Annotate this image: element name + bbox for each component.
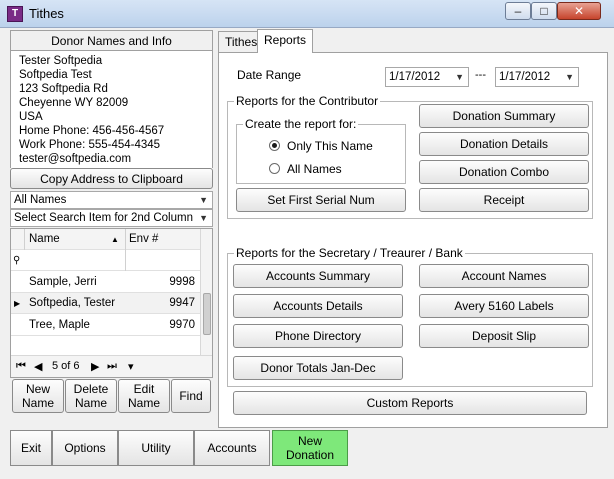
donor-totals-button[interactable]: Donor Totals Jan-Dec [233, 356, 403, 380]
filter-icon: ⚲ [13, 255, 21, 266]
date-from-value: 1/17/2012 [389, 71, 441, 83]
receipt-button[interactable]: Receipt [419, 188, 589, 212]
date-from-picker[interactable]: 1/17/2012 ▼ [385, 67, 469, 87]
filter-combo-value: All Names [14, 194, 67, 206]
reports-panel: Date Range 1/17/2012 ▼ --- 1/17/2012 ▼ R… [218, 52, 608, 428]
secretary-reports-group: Reports for the Secretary / Treaurer / B… [227, 246, 593, 387]
secretary-group-title: Reports for the Secretary / Treaurer / B… [234, 246, 465, 260]
accounts-button[interactable]: Accounts [194, 430, 270, 466]
set-first-serial-button[interactable]: Set First Serial Num [236, 188, 406, 212]
grid-pager: ⏮ ◀ 5 of 6 ▶ ⏭ ▾ [11, 355, 212, 377]
chevron-down-icon: ▼ [565, 72, 574, 82]
next-page-icon[interactable]: ▶ [91, 360, 99, 373]
info-line: Work Phone: 555-454-4345 [19, 139, 161, 151]
cell-name: Sample, Jerri [29, 276, 97, 288]
donation-details-button[interactable]: Donation Details [419, 132, 589, 156]
search-item-combo[interactable]: Select Search Item for 2nd Column ▼ [10, 209, 213, 227]
column-header-env[interactable]: Env # [125, 229, 201, 250]
last-page-icon[interactable]: ⏭ [107, 360, 117, 373]
prev-page-icon[interactable]: ◀ [34, 360, 42, 373]
utility-button[interactable]: Utility [118, 430, 194, 466]
info-line: Tester Softpedia [19, 55, 103, 67]
date-separator: --- [475, 69, 486, 81]
exit-button[interactable]: Exit [10, 430, 52, 466]
cell-name: Softpedia, Tester [29, 297, 116, 309]
cell-env: 9998 [169, 276, 195, 288]
info-line: USA [19, 111, 43, 123]
donation-combo-button[interactable]: Donation Combo [419, 160, 589, 184]
filter-row[interactable]: ⚲ [11, 250, 201, 271]
chevron-down-icon: ▼ [199, 195, 208, 205]
edit-name-button[interactable]: Edit Name [118, 379, 170, 413]
donor-info-header: Donor Names and Info [10, 30, 213, 51]
first-page-icon[interactable]: ⏮ [16, 360, 26, 373]
minimize-button[interactable]: – [505, 2, 531, 20]
new-donation-button[interactable]: New Donation [272, 430, 348, 466]
only-this-name-radio[interactable] [269, 140, 280, 151]
tab-reports[interactable]: Reports [257, 29, 314, 53]
find-button[interactable]: Find [171, 379, 211, 413]
table-row[interactable]: Tree, Maple 9970 [11, 315, 201, 336]
chevron-down-icon: ▼ [455, 72, 464, 82]
chevron-down-icon: ▼ [199, 213, 208, 223]
info-line: Softpedia Test [19, 69, 92, 81]
avery-labels-button[interactable]: Avery 5160 Labels [419, 294, 589, 318]
scrollbar-thumb[interactable] [203, 293, 211, 335]
contributor-group-title: Reports for the Contributor [234, 94, 381, 108]
donor-grid[interactable]: Name ▲ Env # ⚲ Sample, Jerri 9998 ▶ Soft… [10, 228, 213, 378]
window-title: Tithes [29, 6, 64, 21]
app-icon: T [7, 6, 23, 22]
new-name-button[interactable]: New Name [12, 379, 64, 413]
donation-summary-button[interactable]: Donation Summary [419, 104, 589, 128]
pager-position: 5 of 6 [52, 360, 80, 372]
cell-env: 9970 [169, 319, 195, 331]
custom-reports-button[interactable]: Custom Reports [233, 391, 587, 415]
options-button[interactable]: Options [52, 430, 118, 466]
grid-header-row: Name ▲ Env # [11, 229, 201, 250]
phone-directory-button[interactable]: Phone Directory [233, 324, 403, 348]
overflow-icon[interactable]: ▾ [128, 360, 134, 373]
table-row[interactable]: Sample, Jerri 9998 [11, 272, 201, 293]
cell-name: Tree, Maple [29, 319, 90, 331]
accounts-summary-button[interactable]: Accounts Summary [233, 264, 403, 288]
contributor-reports-group: Reports for the Contributor Create the r… [227, 94, 593, 219]
grid-scrollbar[interactable] [200, 229, 212, 357]
all-names-radio[interactable] [269, 163, 280, 174]
only-this-name-label: Only This Name [287, 139, 373, 153]
info-line: Home Phone: 456-456-4567 [19, 125, 165, 137]
search-combo-value: Select Search Item for 2nd Column [14, 212, 193, 224]
deposit-slip-button[interactable]: Deposit Slip [419, 324, 589, 348]
info-line: Cheyenne WY 82009 [19, 97, 129, 109]
all-names-label: All Names [287, 162, 342, 176]
row-pointer-icon: ▶ [14, 299, 21, 308]
close-button[interactable]: ✕ [557, 2, 601, 20]
date-range-label: Date Range [237, 68, 302, 82]
donor-info-text: Tester Softpedia Softpedia Test 123 Soft… [10, 51, 213, 168]
accounts-details-button[interactable]: Accounts Details [233, 294, 403, 318]
create-for-title: Create the report for: [243, 117, 359, 131]
date-to-value: 1/17/2012 [499, 71, 551, 83]
date-to-picker[interactable]: 1/17/2012 ▼ [495, 67, 579, 87]
delete-name-button[interactable]: Delete Name [65, 379, 117, 413]
info-line: tester@softpedia.com [19, 153, 132, 165]
create-report-for-group: Create the report for: Only This Name Al… [236, 117, 406, 184]
maximize-button[interactable]: □ [531, 2, 557, 20]
sort-up-icon: ▲ [111, 235, 119, 244]
account-names-button[interactable]: Account Names [419, 264, 589, 288]
cell-env: 9947 [169, 297, 195, 309]
table-row-selected[interactable]: ▶ Softpedia, Tester 9947 [11, 293, 201, 314]
info-line: 123 Softpedia Rd [19, 83, 108, 95]
filter-combo[interactable]: All Names ▼ [10, 191, 213, 209]
copy-address-button[interactable]: Copy Address to Clipboard [10, 168, 213, 189]
